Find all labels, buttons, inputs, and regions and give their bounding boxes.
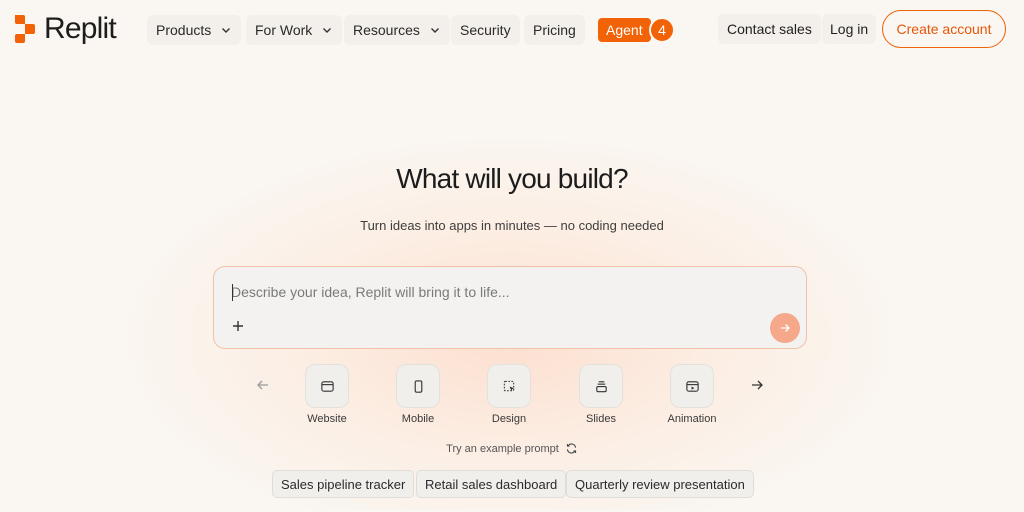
login-link[interactable]: Log in — [822, 14, 877, 44]
prompt-box — [213, 266, 807, 349]
replit-logo-icon — [15, 15, 35, 43]
idea-prompt-input[interactable] — [231, 282, 771, 302]
brand-name: Replit — [44, 12, 117, 45]
nav-resources[interactable]: Resources — [344, 15, 450, 45]
nav-security[interactable]: Security — [451, 15, 520, 45]
agent-count-badge: 4 — [649, 17, 675, 43]
nav-agent-button[interactable]: Agent — [598, 18, 651, 42]
example-chip[interactable]: Sales pipeline tracker — [272, 470, 415, 498]
top-nav: Replit Products For Work Resources Secur… — [0, 0, 1024, 58]
category-label: Mobile — [401, 413, 435, 425]
category-slides[interactable]: Slides — [566, 364, 636, 425]
category-slides-tile[interactable] — [579, 364, 623, 408]
category-design-tile[interactable] — [487, 364, 531, 408]
cursor-select-icon — [503, 380, 514, 391]
chevron-down-icon — [323, 28, 332, 33]
example-prompt-label: Try an example prompt — [446, 442, 559, 455]
phone-icon — [414, 379, 422, 393]
page-title: What will you build? — [396, 163, 628, 194]
create-account-button[interactable]: Create account — [882, 10, 1006, 48]
nav-products[interactable]: Products — [147, 15, 242, 45]
send-button[interactable] — [770, 313, 800, 343]
stack-icon — [595, 380, 607, 392]
category-mobile-tile[interactable] — [396, 364, 440, 408]
chevron-down-icon — [430, 28, 439, 33]
play-window-icon — [685, 380, 699, 392]
nav-for-work-label: For Work — [255, 22, 313, 38]
category-animation-tile[interactable] — [670, 364, 714, 408]
category-animation[interactable]: Animation — [657, 364, 727, 425]
category-website[interactable]: Website — [292, 364, 362, 425]
browser-window-icon — [320, 380, 334, 392]
category-label: Animation — [667, 413, 717, 425]
example-chip[interactable]: Quarterly review presentation — [566, 470, 754, 498]
category-design[interactable]: Design — [474, 364, 544, 425]
refresh-icon[interactable] — [565, 442, 578, 455]
text-caret — [232, 284, 233, 301]
category-label: Design — [491, 413, 527, 425]
category-label: Slides — [586, 413, 616, 425]
nav-products-label: Products — [156, 22, 212, 38]
nav-for-work[interactable]: For Work — [246, 15, 343, 45]
arrow-right-icon — [781, 324, 790, 332]
chevron-down-icon — [222, 28, 231, 33]
page-subtitle: Turn ideas into apps in minutes — no cod… — [360, 218, 664, 233]
carousel-next-arrow-icon[interactable] — [749, 377, 765, 393]
category-mobile[interactable]: Mobile — [383, 364, 453, 425]
replit-logo[interactable]: Replit — [13, 12, 117, 46]
category-label: Website — [307, 413, 347, 425]
example-chip[interactable]: Retail sales dashboard — [416, 470, 567, 498]
contact-sales-link[interactable]: Contact sales — [718, 14, 821, 44]
nav-pricing[interactable]: Pricing — [524, 15, 585, 45]
nav-resources-label: Resources — [353, 22, 420, 38]
example-prompt-row: Try an example prompt — [0, 442, 1024, 455]
carousel-prev-arrow-icon[interactable] — [255, 377, 271, 393]
category-website-tile[interactable] — [305, 364, 349, 408]
plus-icon[interactable] — [230, 318, 246, 334]
